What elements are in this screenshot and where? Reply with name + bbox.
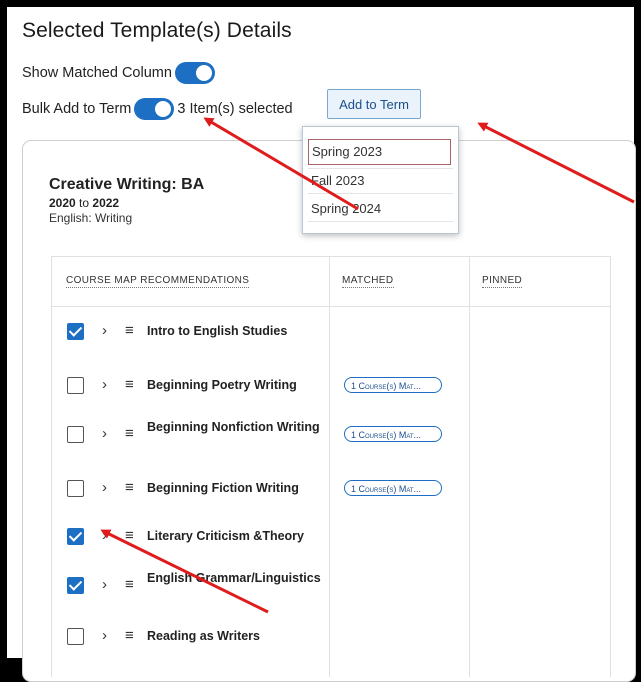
course-name: Literary Criticism &Theory [147,529,304,543]
term-dropdown-menu: Spring 2023 Fall 2023 Spring 2024 [302,126,459,234]
row-checkbox[interactable] [67,528,84,545]
row-checkbox[interactable] [67,628,84,645]
toggle-knob [195,65,212,81]
table-header: Course Map Recommendations Matched Pinne… [52,257,610,307]
show-matched-label: Show Matched Column [22,65,172,81]
header-pinned[interactable]: Pinned [482,275,523,288]
table-row: › ≡ Beginning Poetry Writing 1 Course(s) Ma… [52,361,610,411]
course-table: Course Map Recommendations Matched Pinne… [51,256,611,677]
add-to-term-button[interactable]: Add to Term [327,89,421,119]
matched-badge[interactable]: 1 Course(s) Mat... [344,480,442,496]
page-title: Selected Template(s) Details [22,19,292,42]
matched-badge[interactable]: 1 Course(s) Mat... [344,377,442,393]
course-name: Beginning Fiction Writing [147,481,299,495]
bulk-add-row: Bulk Add to Term 3 Item(s) selected [22,98,293,120]
program-title: Creative Writing: BA [49,176,205,193]
divider [308,168,453,169]
year-to: to [79,196,90,210]
table-row: › ≡ English Grammar/Linguistics [52,561,610,611]
toggle-knob [155,101,172,117]
course-name: Reading as Writers [147,629,261,643]
course-name: English Grammar/Linguistics [147,571,321,585]
menu-lines-icon[interactable]: ≡ [125,376,134,393]
term-option[interactable]: Spring 2023 [308,139,451,165]
menu-lines-icon[interactable]: ≡ [125,322,134,339]
table-row: › ≡ Intro to English Studies [52,307,610,357]
chevron-right-icon[interactable]: › [102,322,107,339]
row-checkbox[interactable] [67,377,84,394]
chevron-right-icon[interactable]: › [102,527,107,544]
term-option[interactable]: Spring 2024 [311,201,381,216]
chevron-right-icon[interactable]: › [102,376,107,393]
bulk-add-label: Bulk Add to Term [22,101,132,117]
row-checkbox[interactable] [67,577,84,594]
row-checkbox[interactable] [67,480,84,497]
menu-lines-icon[interactable]: ≡ [125,479,134,496]
table-row: › ≡ Beginning Fiction Writing 1 Course(s) M… [52,464,610,514]
divider [308,221,453,222]
menu-lines-icon[interactable]: ≡ [125,627,134,644]
show-matched-toggle[interactable] [174,62,215,84]
chevron-right-icon[interactable]: › [102,627,107,644]
divider [308,193,453,194]
year-end: 2022 [92,196,120,210]
header-recommendations[interactable]: Course Map Recommendations [66,275,250,288]
chevron-right-icon[interactable]: › [102,425,107,442]
course-name: Beginning Poetry Writing [147,378,297,392]
course-name: Beginning Nonfiction Writing [147,420,320,434]
menu-lines-icon[interactable]: ≡ [125,527,134,544]
selected-count: 3 Item(s) selected [177,101,293,117]
show-matched-row: Show Matched Column [22,62,215,84]
chevron-right-icon[interactable]: › [102,576,107,593]
program-years: 2020 to 2022 [49,196,119,210]
menu-lines-icon[interactable]: ≡ [125,576,134,593]
year-start: 2020 [49,196,76,210]
row-checkbox[interactable] [67,323,84,340]
table-row: › ≡ Reading as Writers [52,612,610,662]
course-name: Intro to English Studies [147,324,288,338]
chevron-right-icon[interactable]: › [102,479,107,496]
table-row: › ≡ Literary Criticism &Theory [52,512,610,562]
bulk-add-toggle[interactable] [134,98,175,120]
program-area: English: Writing [49,211,133,225]
term-option[interactable]: Fall 2023 [311,173,364,188]
header-matched[interactable]: Matched [342,275,394,288]
table-row: › ≡ Beginning Nonfiction Writing 1 Course(s… [52,410,610,460]
menu-lines-icon[interactable]: ≡ [125,425,134,442]
matched-badge[interactable]: 1 Course(s) Mat... [344,426,442,442]
row-checkbox[interactable] [67,426,84,443]
